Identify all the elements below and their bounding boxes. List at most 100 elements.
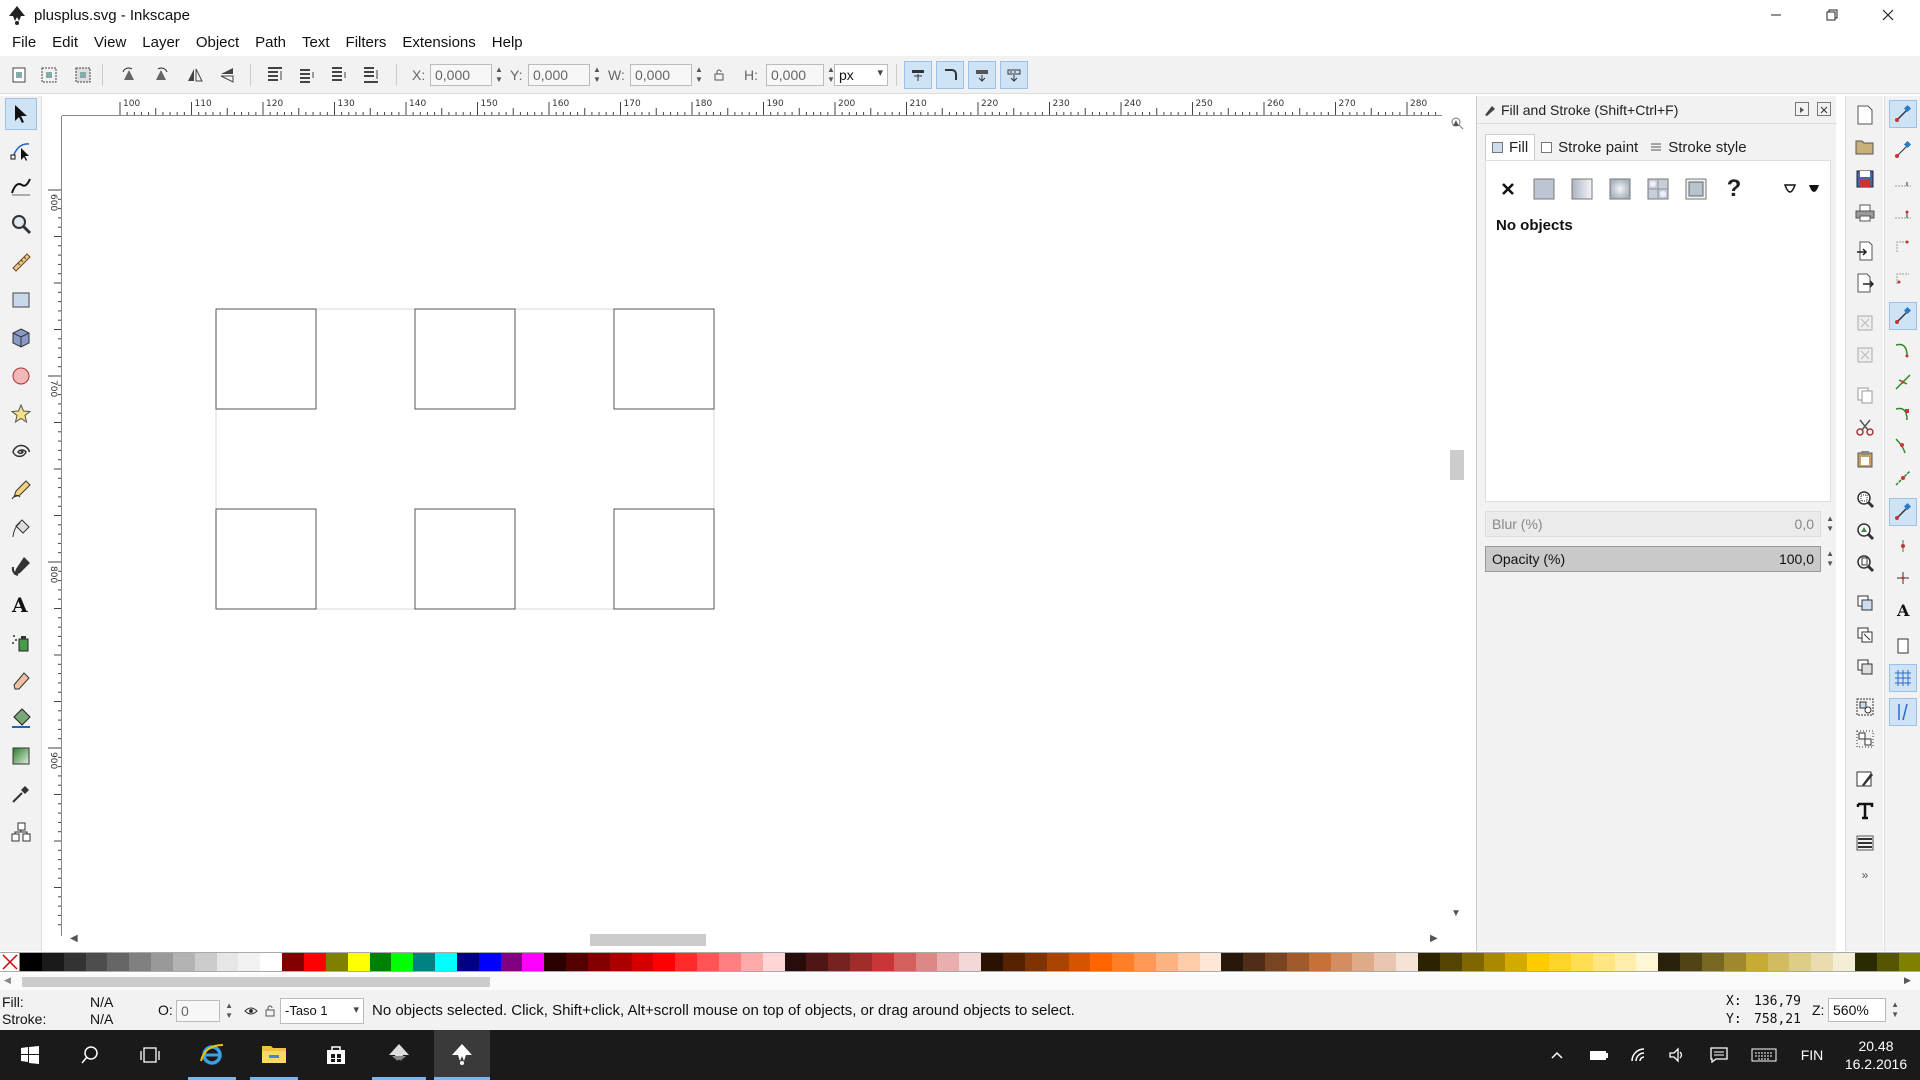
flip-vertical-button[interactable]: [214, 62, 240, 88]
scroll-left-icon[interactable]: ◀: [70, 933, 78, 944]
horizontal-scrollbar[interactable]: ◀ ▶: [62, 930, 1442, 950]
palette-swatch[interactable]: [1570, 953, 1593, 971]
duplicate-button[interactable]: [1852, 590, 1878, 616]
menu-view[interactable]: View: [86, 34, 134, 51]
taskbar-inkscape-2[interactable]: [434, 1030, 490, 1080]
palette-swatch[interactable]: [260, 953, 283, 971]
pattern-button[interactable]: [1682, 175, 1710, 203]
palette-swatch[interactable]: [1549, 953, 1571, 971]
palette-swatch[interactable]: [63, 953, 86, 971]
select-all-button[interactable]: [6, 62, 32, 88]
palette-swatch[interactable]: [1461, 953, 1484, 971]
xml-editor-button[interactable]: [1852, 766, 1878, 792]
snap-object-midpoints[interactable]: [1889, 532, 1917, 560]
palette-scroll-right-icon[interactable]: ▶: [1904, 975, 1911, 986]
scale-stroke-toggle[interactable]: [904, 61, 932, 89]
gradient-tool[interactable]: [5, 740, 37, 772]
zoom-tool[interactable]: [5, 208, 37, 240]
palette-swatch[interactable]: [1090, 953, 1113, 971]
palette-swatch[interactable]: [915, 953, 938, 971]
palette-swatch[interactable]: [1723, 953, 1746, 971]
palette-swatch[interactable]: [1854, 953, 1877, 971]
lock-ratio-button[interactable]: [706, 62, 732, 88]
taskbar-file-explorer[interactable]: [250, 1030, 298, 1080]
snap-grids[interactable]: [1889, 664, 1917, 692]
ellipse-tool[interactable]: [5, 360, 37, 392]
snap-bbox-corners[interactable]: [1889, 200, 1917, 228]
raise-button[interactable]: [294, 62, 320, 88]
star-tool[interactable]: [5, 398, 37, 430]
palette-swatch[interactable]: [697, 953, 719, 971]
palette-scrollbar[interactable]: ◀ ▶: [0, 974, 1920, 990]
dialog-close-button[interactable]: [1817, 102, 1831, 116]
palette-scroll-thumb[interactable]: [22, 977, 490, 987]
vertical-scroll-thumb[interactable]: [1450, 450, 1464, 480]
canvas-square[interactable]: [215, 508, 317, 610]
dock-float-button[interactable]: [1795, 102, 1809, 116]
move-gradients-toggle[interactable]: [968, 61, 996, 89]
palette-swatch[interactable]: [151, 953, 173, 971]
open-button[interactable]: [1852, 134, 1878, 160]
touch-keyboard-tray[interactable]: [1746, 1030, 1782, 1080]
palette-swatch[interactable]: [1483, 953, 1506, 971]
palette-swatch[interactable]: [85, 953, 108, 971]
x-field[interactable]: 0,000 ▲ ▼: [430, 64, 503, 86]
snap-smooth-nodes[interactable]: [1889, 432, 1917, 460]
opacity-status-spinner[interactable]: ▲ ▼: [225, 1001, 233, 1021]
palette-swatch[interactable]: [609, 953, 632, 971]
layer-select[interactable]: -Taso 1 ▾: [280, 998, 364, 1024]
flip-horizontal-button[interactable]: [182, 62, 208, 88]
palette-swatch[interactable]: [216, 953, 239, 971]
palette-swatch[interactable]: [1680, 953, 1702, 971]
stroke-indicator-value[interactable]: N/A: [90, 1011, 113, 1027]
palette-swatch[interactable]: [20, 953, 42, 971]
menu-object[interactable]: Object: [188, 34, 247, 51]
layer-lock-icon[interactable]: [264, 1005, 276, 1017]
snap-path-intersections[interactable]: [1889, 368, 1917, 396]
snap-toggle[interactable]: [1889, 100, 1917, 128]
connector-tool[interactable]: [5, 816, 37, 848]
snap-bbox-edges[interactable]: [1889, 168, 1917, 196]
canvas-square[interactable]: [613, 508, 715, 610]
rotate-cw-button[interactable]: [148, 62, 174, 88]
palette-scroll-left-icon[interactable]: ◀: [4, 975, 11, 986]
palette-swatch[interactable]: [347, 953, 370, 971]
palette-swatch[interactable]: [391, 953, 414, 971]
snap-guides[interactable]: [1889, 698, 1917, 726]
lower-button[interactable]: [326, 62, 352, 88]
color-palette[interactable]: [0, 952, 1920, 972]
snap-others[interactable]: [1889, 498, 1917, 526]
blur-slider[interactable]: Blur (%) 0,0 ▲ ▼: [1485, 511, 1834, 537]
palette-swatch[interactable]: [478, 953, 501, 971]
y-spinner[interactable]: ▲ ▼: [591, 65, 603, 85]
select-tool[interactable]: [5, 98, 37, 130]
palette-swatch[interactable]: [1221, 953, 1244, 971]
palette-swatch[interactable]: [1243, 953, 1266, 971]
palette-swatch[interactable]: [959, 953, 982, 971]
show-hidden-icons-button[interactable]: [1542, 1030, 1572, 1080]
radial-gradient-button[interactable]: [1606, 175, 1634, 203]
canvas-square[interactable]: [414, 508, 516, 610]
palette-swatch[interactable]: [850, 953, 872, 971]
palette-swatch[interactable]: [1002, 953, 1025, 971]
paste-button[interactable]: [1852, 446, 1878, 472]
palette-swatch[interactable]: [325, 953, 348, 971]
import-button[interactable]: [1852, 238, 1878, 264]
palette-swatch[interactable]: [1155, 953, 1178, 971]
pencil-tool[interactable]: [5, 474, 37, 506]
snap-line-midpoints[interactable]: [1889, 464, 1917, 492]
palette-swatch[interactable]: [566, 953, 588, 971]
drawing-canvas[interactable]: [63, 117, 1442, 935]
palette-swatch[interactable]: [456, 953, 479, 971]
palette-swatch[interactable]: [1745, 953, 1768, 971]
palette-swatch[interactable]: [238, 953, 261, 971]
palette-swatch[interactable]: [871, 953, 894, 971]
unit-select[interactable]: px ▾: [834, 64, 888, 86]
minimize-button[interactable]: [1748, 0, 1804, 30]
snap-rotation-centers[interactable]: [1889, 564, 1917, 592]
fill-rule-nonzero-button[interactable]: [1804, 175, 1824, 203]
palette-swatch[interactable]: [937, 953, 960, 971]
scale-corners-toggle[interactable]: [936, 61, 964, 89]
palette-swatch[interactable]: [1286, 953, 1309, 971]
palette-swatch[interactable]: [784, 953, 807, 971]
